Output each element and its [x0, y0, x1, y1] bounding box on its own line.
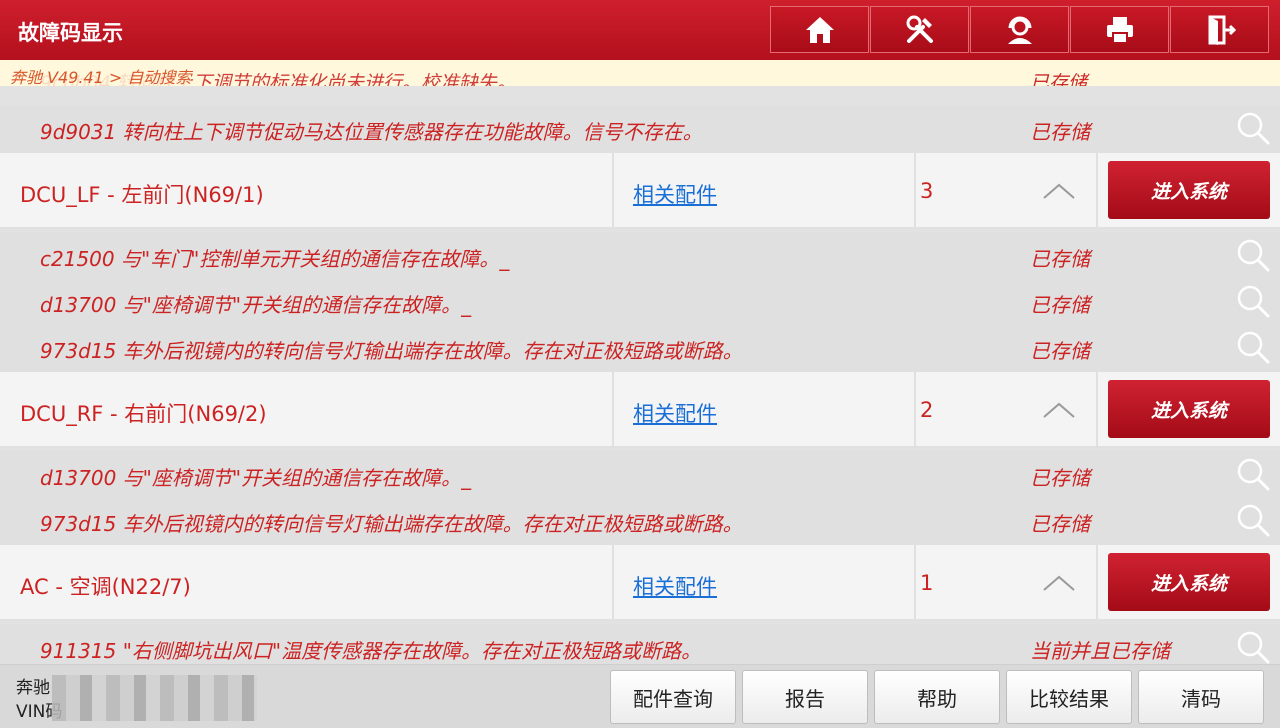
fault-code: 973d15 车外后视镜内的转向信号灯输出端存在故障。存在对正极短路或断路。	[40, 339, 743, 363]
home-button[interactable]	[770, 6, 869, 53]
compare-results-button[interactable]: 比较结果	[1006, 670, 1132, 724]
support-icon	[1007, 16, 1032, 44]
page-title: 故障码显示	[18, 21, 123, 45]
fault-status: 已存储	[1030, 247, 1090, 271]
exit-icon	[1208, 15, 1236, 45]
enter-system-button[interactable]: 进入系统	[1108, 380, 1270, 438]
system-row-dcu-lf: DCU_LF - 左前门(N69/1) 相关配件 3 进入系统	[0, 151, 1280, 229]
breadcrumb: 9cbb04 转向柱上下调节的标准化尚未进行。校准缺失。 已存储 奔驰 V49.…	[0, 60, 1280, 86]
print-icon	[1106, 16, 1133, 44]
fault-status: 已存储	[1030, 293, 1090, 317]
search-icon[interactable]	[1236, 111, 1270, 145]
system-row-dcu-rf: DCU_RF - 右前门(N69/2) 相关配件 2 进入系统	[0, 370, 1280, 448]
clear-codes-button[interactable]: 清码	[1138, 670, 1264, 724]
home-icon	[805, 16, 834, 43]
fault-status: 已存储	[1030, 512, 1090, 536]
enter-system-button[interactable]: 进入系统	[1108, 161, 1270, 219]
search-icon[interactable]	[1236, 457, 1270, 491]
parts-lookup-button[interactable]: 配件查询	[610, 670, 736, 724]
tools-button[interactable]	[870, 6, 969, 53]
fault-row: d13700 与"座椅调节"开关组的通信存在故障。_ 已存储	[0, 278, 1280, 324]
search-icon[interactable]	[1236, 238, 1270, 272]
fault-row: c21500 与"车门"控制单元开关组的通信存在故障。_ 已存储	[0, 232, 1280, 278]
related-parts-link[interactable]: 相关配件	[633, 398, 717, 428]
fault-row: 9d9031 转向柱上下调节促动马达位置传感器存在功能故障。信号不存在。 已存储	[0, 105, 1280, 151]
support-button[interactable]	[970, 6, 1069, 53]
fault-code: d13700 与"座椅调节"开关组的通信存在故障。_	[40, 466, 472, 490]
fault-count: 3	[920, 179, 934, 203]
chevron-up-icon[interactable]	[1042, 573, 1076, 593]
enter-system-button[interactable]: 进入系统	[1108, 553, 1270, 611]
fault-status: 已存储	[1030, 120, 1090, 144]
fault-row: 973d15 车外后视镜内的转向信号灯输出端存在故障。存在对正极短路或断路。 已…	[0, 497, 1280, 543]
partial-fault-status: 已存储	[1030, 72, 1088, 86]
system-name: AC - 空调(N22/7)	[20, 575, 191, 599]
search-icon[interactable]	[1236, 503, 1270, 537]
print-button[interactable]	[1070, 6, 1169, 53]
help-button[interactable]: 帮助	[874, 670, 1000, 724]
fault-code: 911315 "右侧脚坑出风口"温度传感器存在故障。存在对正极短路或断路。	[40, 639, 702, 663]
fault-list[interactable]: 9d9031 转向柱上下调节促动马达位置传感器存在功能故障。信号不存在。 已存储…	[0, 86, 1280, 664]
bottom-toolbar: 奔驰 VIN码 配件查询 报告 帮助 比较结果 清码	[0, 664, 1280, 728]
fault-count: 1	[920, 571, 934, 595]
search-icon[interactable]	[1236, 330, 1270, 364]
fault-row: 973d15 车外后视镜内的转向信号灯输出端存在故障。存在对正极短路或断路。 已…	[0, 324, 1280, 370]
fault-code: 9d9031 转向柱上下调节促动马达位置传感器存在功能故障。信号不存在。	[40, 120, 703, 144]
tools-icon	[906, 15, 933, 43]
breadcrumb-path: 奔驰 V49.41 > 自动搜索	[10, 64, 192, 86]
fault-count: 2	[920, 398, 934, 422]
search-icon[interactable]	[1236, 630, 1270, 664]
system-row-ac: AC - 空调(N22/7) 相关配件 1 进入系统	[0, 543, 1280, 621]
title-bar: 故障码显示	[0, 0, 1280, 60]
fault-row: 911315 "右侧脚坑出风口"温度传感器存在故障。存在对正极短路或断路。 当前…	[0, 624, 1280, 664]
fault-code: d13700 与"座椅调节"开关组的通信存在故障。_	[40, 293, 472, 317]
system-name: DCU_RF - 右前门(N69/2)	[20, 402, 267, 426]
related-parts-link[interactable]: 相关配件	[633, 571, 717, 601]
chevron-up-icon[interactable]	[1042, 400, 1076, 420]
fault-status: 已存储	[1030, 339, 1090, 363]
fault-status: 当前并且已存储	[1030, 639, 1170, 663]
chevron-up-icon[interactable]	[1042, 181, 1076, 201]
search-icon[interactable]	[1236, 284, 1270, 318]
report-button[interactable]: 报告	[742, 670, 868, 724]
related-parts-link[interactable]: 相关配件	[633, 179, 717, 209]
redacted-vehicle-details	[52, 675, 257, 721]
fault-code: 973d15 车外后视镜内的转向信号灯输出端存在故障。存在对正极短路或断路。	[40, 512, 743, 536]
exit-button[interactable]	[1170, 6, 1269, 53]
fault-code: c21500 与"车门"控制单元开关组的通信存在故障。_	[40, 247, 510, 271]
system-name: DCU_LF - 左前门(N69/1)	[20, 183, 264, 207]
fault-status: 已存储	[1030, 466, 1090, 490]
fault-row: d13700 与"座椅调节"开关组的通信存在故障。_ 已存储	[0, 451, 1280, 497]
